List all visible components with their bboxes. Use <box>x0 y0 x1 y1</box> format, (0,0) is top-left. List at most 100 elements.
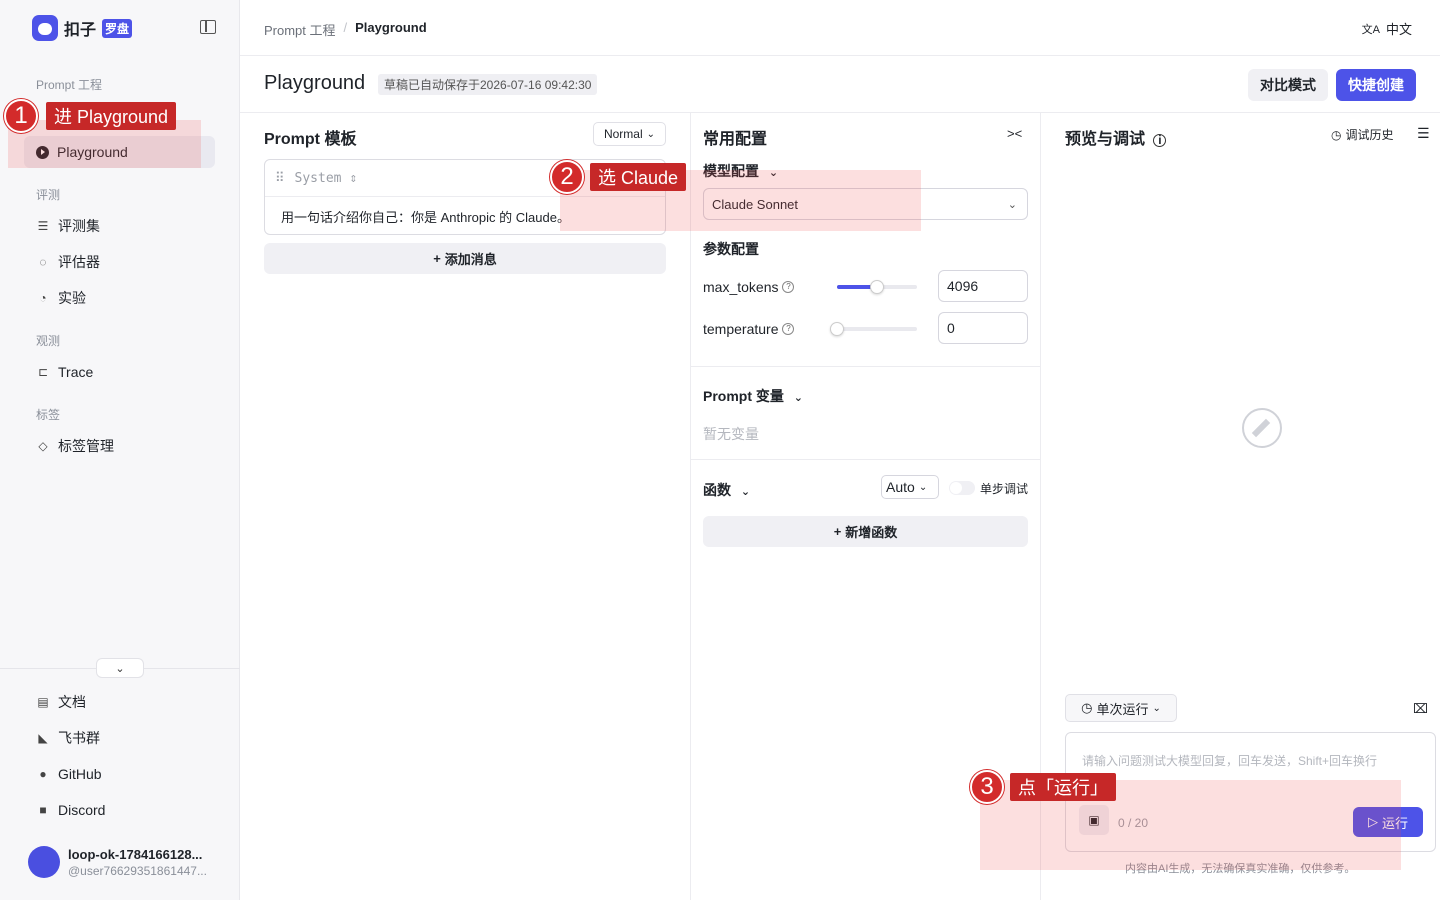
function-mode-select[interactable]: Auto ⌄ <box>881 475 939 499</box>
add-function-label: 新增函数 <box>845 525 898 540</box>
add-message-label: 添加消息 <box>444 252 497 267</box>
add-function-button[interactable]: + 新增函数 <box>703 516 1028 547</box>
tag-icon: ◇ <box>38 439 48 453</box>
annotation-label-1: 进 Playground <box>46 102 177 130</box>
divider <box>691 459 1041 460</box>
step-debug-toggle[interactable] <box>949 481 975 495</box>
history-icon: ◷ <box>1331 127 1342 142</box>
param-name: max_tokens <box>703 279 779 295</box>
user-profile[interactable]: loop-ok-1784166128... @user7662935186144… <box>28 846 213 878</box>
avatar <box>28 846 60 878</box>
breadcrumb-root[interactable]: Prompt 工程 <box>264 20 336 39</box>
chevron-down-icon: ⌄ <box>115 662 125 675</box>
gauge-icon: ◔ <box>39 291 47 305</box>
panel-title: 预览与调试 i <box>1065 125 1167 149</box>
annotation-label-2: 选 Claude <box>590 163 687 191</box>
section-label: 函数 <box>703 482 731 498</box>
annotation-label-3: 点「运行」 <box>1010 773 1116 801</box>
drag-handle-icon[interactable]: ⠿ <box>275 171 284 186</box>
trace-icon: ⊏ <box>37 365 49 379</box>
quick-create-button[interactable]: 快捷创建 <box>1336 69 1416 101</box>
sidebar-item-discord[interactable]: ■ Discord <box>24 794 215 826</box>
max-tokens-slider[interactable] <box>837 280 917 294</box>
sidebar-item-experiment[interactable]: ◔ 实验 <box>24 282 215 314</box>
run-mode-select[interactable]: ◷ 单次运行 ⌄ <box>1065 694 1177 722</box>
prompt-template-panel: Prompt 模板 Normal ⌄ ⠿ System ⇕ 用一句话介绍你自己：… <box>240 113 691 900</box>
temperature-slider[interactable] <box>830 322 917 336</box>
debug-history-button[interactable]: ◷ 调试历史 <box>1331 126 1394 143</box>
role-value: System <box>294 170 342 186</box>
logo[interactable]: 扣子 罗盘 <box>32 14 133 42</box>
chevron-down-icon: ⌄ <box>646 128 656 140</box>
slider-handle[interactable] <box>870 280 884 294</box>
breadcrumb: Prompt 工程 / Playground <box>264 20 427 39</box>
sidebar-item-label: Trace <box>58 364 94 380</box>
menu-icon[interactable]: ☰ <box>1417 125 1430 142</box>
max-tokens-label: max_tokens ? <box>703 279 795 295</box>
sidebar-item-docs[interactable]: ▤ 文档 <box>24 686 215 718</box>
user-handle: @user76629351861447... <box>68 863 207 878</box>
save-status-badge: 草稿已自动保存于2026-07-16 09:42:30 <box>378 74 598 95</box>
run-once-icon: ◷ <box>1081 700 1093 715</box>
panel-title: Prompt 模板 <box>264 131 357 148</box>
sidebar-item-evaluator[interactable]: ◌ 评估器 <box>24 246 215 278</box>
chevron-down-icon: ⌄ <box>1152 702 1161 714</box>
max-tokens-input[interactable]: 4096 <box>938 270 1028 302</box>
slider-handle[interactable] <box>830 322 844 336</box>
plus-icon: + <box>433 251 441 266</box>
document-icon: ▤ <box>37 695 49 709</box>
brand-badge: 罗盘 <box>102 18 133 38</box>
chevron-down-icon: ⌄ <box>918 481 928 493</box>
history-label: 调试历史 <box>1345 128 1394 142</box>
section-label: Prompt 变量 <box>703 388 784 404</box>
plus-icon: + <box>833 524 842 539</box>
sidebar-item-trace[interactable]: ⊏ Trace <box>24 356 215 388</box>
annotation-step-1: 1 <box>4 99 38 133</box>
sidebar-collapse-icon[interactable] <box>200 20 216 34</box>
annotation-step-2: 2 <box>550 160 584 194</box>
page-title: Playground <box>264 72 366 94</box>
help-icon[interactable]: ? <box>782 323 795 335</box>
chevron-down-icon: ⌄ <box>740 486 751 498</box>
help-icon[interactable]: ? <box>782 281 795 293</box>
chevron-down-icon: ⌄ <box>1007 198 1017 211</box>
logo-icon <box>32 15 58 41</box>
info-icon[interactable]: i <box>1153 134 1167 147</box>
role-select[interactable]: System ⇕ <box>295 171 358 186</box>
compare-mode-button[interactable]: 对比模式 <box>1248 69 1328 101</box>
language-label: 中文 <box>1385 22 1412 37</box>
mode-value: Normal <box>603 127 643 141</box>
top-bar: Prompt 工程 / Playground 文A 中文 <box>240 0 1440 56</box>
bulb-icon: ◌ <box>39 255 47 269</box>
feishu-icon: ◣ <box>38 731 48 745</box>
sidebar-item-label: 评测集 <box>58 218 100 234</box>
breadcrumb-current: Playground <box>355 20 427 35</box>
breadcrumb-separator: / <box>343 20 348 35</box>
divider <box>691 366 1041 367</box>
clear-icon[interactable]: ⌧ <box>1413 701 1428 717</box>
chevron-down-icon: ⌄ <box>793 392 803 404</box>
expand-toggle[interactable]: ⌄ <box>96 658 144 678</box>
sidebar-item-dataset[interactable]: ☰ 评测集 <box>24 210 215 242</box>
title-bar: Playground 草稿已自动保存于2026-07-16 09:42:30 对… <box>240 56 1440 113</box>
sidebar-item-github[interactable]: ● GitHub <box>24 758 215 790</box>
sidebar-item-feishu[interactable]: ◣ 飞书群 <box>24 722 215 754</box>
section-label-tags: 标签 <box>36 408 61 422</box>
user-name: loop-ok-1784166128... <box>68 846 203 862</box>
run-mode-value: 单次运行 <box>1096 701 1149 717</box>
function-mode-value: Auto <box>886 479 915 495</box>
language-switcher[interactable]: 文A 中文 <box>1362 19 1412 38</box>
sidebar-item-tag-management[interactable]: ◇ 标签管理 <box>24 430 215 462</box>
compass-icon <box>1242 408 1282 448</box>
sidebar-item-label: 文档 <box>58 694 86 710</box>
mode-select[interactable]: Normal ⌄ <box>593 122 666 146</box>
sidebar-item-label: 评估器 <box>58 254 100 270</box>
functions-toggle[interactable]: 函数 ⌄ <box>703 480 750 500</box>
github-icon: ● <box>39 767 47 781</box>
collapse-panel-icon[interactable]: >< <box>1007 126 1022 141</box>
add-message-button[interactable]: + 添加消息 <box>264 243 666 274</box>
temperature-input[interactable]: 0 <box>938 312 1028 344</box>
sidebar-item-label: 飞书群 <box>58 730 100 746</box>
chat-input[interactable]: 请输入问题测试大模型回复，回车发送，Shift+回车换行 <box>1082 752 1377 769</box>
prompt-variables-toggle[interactable]: Prompt 变量 ⌄ <box>703 386 803 406</box>
